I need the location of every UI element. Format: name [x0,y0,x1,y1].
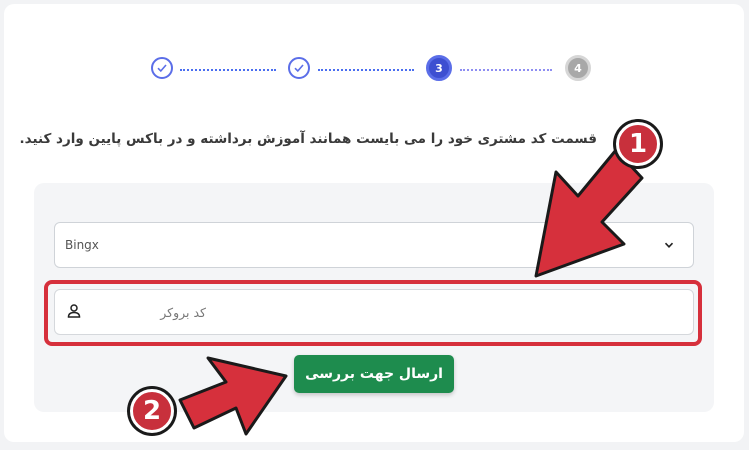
stepper-connector [460,69,552,71]
user-icon [67,304,81,318]
step-number: 3 [435,61,443,75]
step-1-done [151,57,173,79]
annotation-badge-2: 2 [130,389,174,433]
step-2-done [288,57,310,79]
broker-select-value: Bingx [65,238,99,252]
stepper-connector [318,69,414,71]
broker-code-input[interactable] [54,289,694,335]
broker-code-placeholder: کد بروکر [160,305,206,320]
step-number: 4 [574,61,582,75]
chevron-down-icon [664,242,674,248]
check-icon [294,64,304,73]
broker-select[interactable]: Bingx [54,222,694,268]
step-4-pending: 4 [565,55,591,81]
stepper-connector [180,69,276,71]
step-3-active: 3 [426,55,452,81]
instruction-text: قسمت کد مشتری خود را می بایست همانند آمو… [19,131,597,147]
annotation-badge-1: 1 [616,122,660,166]
check-icon [157,64,167,73]
submit-review-button[interactable]: ارسال جهت بررسی [294,355,454,393]
